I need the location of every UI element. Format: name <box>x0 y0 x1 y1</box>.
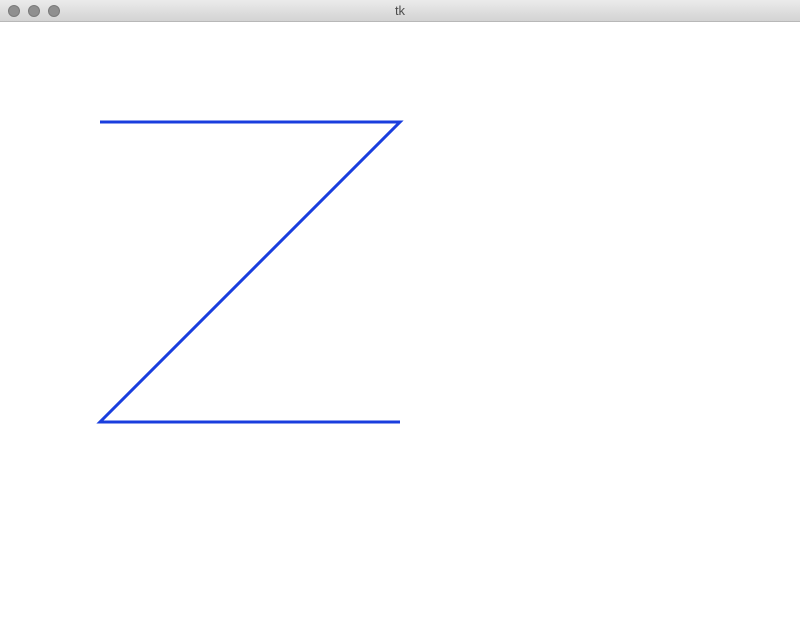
drawing-canvas[interactable] <box>0 22 800 622</box>
app-window: tk <box>0 0 800 622</box>
canvas-drawing <box>96 120 404 424</box>
z-shape-line <box>96 120 404 424</box>
title-bar[interactable]: tk <box>0 0 800 22</box>
window-title: tk <box>394 3 406 18</box>
